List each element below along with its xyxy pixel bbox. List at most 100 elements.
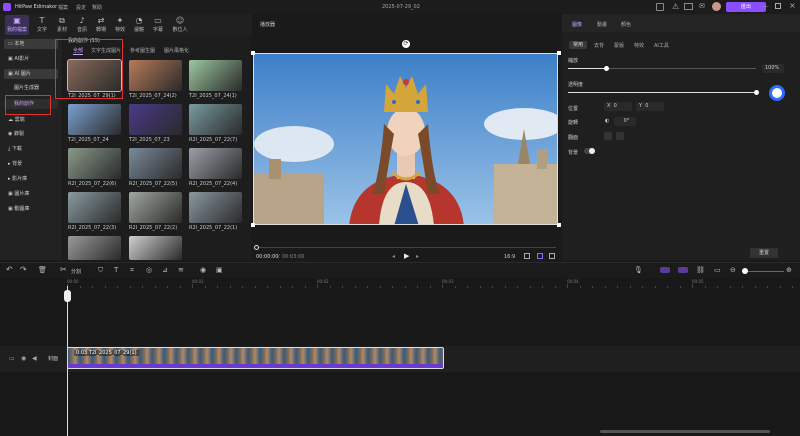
toolbar-my-files[interactable]: ▣ 我的檔案 xyxy=(5,15,29,35)
toolbar-effects[interactable]: ✦ 特效 xyxy=(110,15,130,35)
sidebar-item-image-generator[interactable]: 圖片生成器 xyxy=(4,83,58,93)
media-thumbnail[interactable] xyxy=(189,192,242,223)
media-thumbnail[interactable] xyxy=(189,148,242,179)
sidebar-item-download[interactable]: ⤓ 下載 xyxy=(4,144,58,154)
zoom-slider-knob[interactable] xyxy=(742,268,748,274)
chain-icon[interactable]: ⛓ xyxy=(696,266,705,274)
mirror-icon[interactable]: ⊿ xyxy=(162,266,168,274)
media-thumbnail[interactable] xyxy=(68,148,121,179)
tab-animation[interactable]: 動畫 xyxy=(597,21,607,28)
opacity-slider-track[interactable] xyxy=(568,92,756,93)
media-thumbnail[interactable] xyxy=(129,148,182,179)
fit-icon[interactable]: ▭ xyxy=(714,266,721,274)
subtab-remove-bg[interactable]: 去背 xyxy=(594,42,604,49)
position-y-field[interactable]: Y 0 xyxy=(636,102,664,111)
video-clip[interactable]: 0:03 T2I_2025_07_29(1) xyxy=(67,347,444,369)
gift-icon[interactable]: ✉ xyxy=(699,2,705,10)
lock-icon[interactable]: ▭ xyxy=(9,355,15,362)
toolbar-digital-human[interactable]: ☺ 數位人 xyxy=(168,15,192,35)
aspect-ratio-select[interactable]: 16:9 xyxy=(504,254,515,260)
media-thumbnail[interactable] xyxy=(129,60,182,91)
playhead-line[interactable] xyxy=(67,286,68,436)
tab-text-to-image[interactable]: 文字生成圖片 xyxy=(91,47,121,54)
sidebar-item-ai-video[interactable]: ▣ AI影片 xyxy=(4,54,58,64)
subtab-mask[interactable]: 蒙版 xyxy=(614,42,624,49)
media-thumbnail[interactable] xyxy=(129,104,182,135)
mail-icon[interactable] xyxy=(684,3,693,10)
prev-frame-icon[interactable]: ◂ xyxy=(392,253,395,260)
opacity-slider-knob[interactable] xyxy=(754,90,759,95)
playback-progress-track[interactable] xyxy=(256,247,556,248)
background-toggle[interactable] xyxy=(584,148,595,154)
canvas-handle-top-right[interactable] xyxy=(557,51,561,55)
sidebar-item-image-library[interactable]: ▣ 圖片庫 xyxy=(4,189,58,199)
media-thumbnail[interactable] xyxy=(67,59,122,92)
export-button[interactable]: 匯出 xyxy=(726,2,766,12)
toolbar-filters[interactable]: ◔ 濾鏡 xyxy=(129,15,149,35)
minimize-icon[interactable]: — xyxy=(762,3,768,10)
toolbar-subtitles[interactable]: ▭ 字幕 xyxy=(148,15,168,35)
toolbar-text[interactable]: T 文字 xyxy=(32,15,52,35)
magnet-icon[interactable] xyxy=(660,267,670,273)
rotate-handle-icon[interactable]: ⟳ xyxy=(402,40,410,48)
reset-button[interactable]: 重置 xyxy=(750,248,778,258)
subtab-common[interactable]: 常用 xyxy=(569,41,587,49)
crop-icon[interactable]: ⌗ xyxy=(130,266,134,275)
microphone-icon[interactable]: 🎙 xyxy=(634,266,643,274)
opacity-ring-icon[interactable] xyxy=(769,85,785,101)
subtab-effects[interactable]: 特效 xyxy=(634,42,644,49)
visibility-icon[interactable]: ◉ xyxy=(21,355,26,362)
flip-horizontal-icon[interactable] xyxy=(604,132,612,140)
canvas-handle-top-left[interactable] xyxy=(251,51,255,55)
media-thumbnail[interactable] xyxy=(68,104,121,135)
sidebar-item-local[interactable]: ▭ 本地 xyxy=(4,39,58,49)
close-icon[interactable]: × xyxy=(789,1,796,10)
speed-icon[interactable]: ◎ xyxy=(146,266,152,274)
warning-icon[interactable]: ⚠ xyxy=(672,2,679,11)
zoom-in-icon[interactable]: ⊕ xyxy=(786,266,792,274)
audio-wave-icon[interactable]: ≋ xyxy=(178,266,184,274)
mute-icon[interactable]: ◀ xyxy=(32,355,37,362)
menu-settings[interactable]: 設定 xyxy=(76,4,86,11)
sidebar-item-record[interactable]: ◉ 錄製 xyxy=(4,129,58,139)
media-thumbnail[interactable] xyxy=(129,192,182,223)
undo-icon[interactable]: ↶ xyxy=(6,265,13,274)
playhead-knob[interactable] xyxy=(254,245,259,250)
export-frame-icon[interactable]: ▣ xyxy=(216,266,223,274)
subtab-ai-tools[interactable]: AI工具 xyxy=(654,42,669,49)
maximize-icon[interactable] xyxy=(775,3,781,9)
tab-all[interactable]: 全部 xyxy=(73,47,84,55)
split-icon[interactable]: ✂ xyxy=(60,265,67,274)
media-thumbnail[interactable] xyxy=(189,60,242,91)
scale-value-field[interactable]: 100% xyxy=(762,64,784,73)
scale-slider-knob[interactable] xyxy=(604,66,609,71)
tab-color[interactable]: 顏色 xyxy=(621,21,631,28)
media-thumbnail[interactable] xyxy=(189,104,242,135)
menu-help[interactable]: 幫助 xyxy=(92,4,102,11)
fullscreen-icon[interactable] xyxy=(549,253,555,259)
sidebar-item-background[interactable]: ▸ 背景 xyxy=(4,159,58,169)
playhead-marker[interactable] xyxy=(64,290,71,302)
redo-icon[interactable]: ↷ xyxy=(20,265,27,274)
canvas-handle-bottom-right[interactable] xyxy=(557,223,561,227)
sidebar-item-video-library[interactable]: ▸ 影片庫 xyxy=(4,174,58,184)
cover-button[interactable]: 封面 xyxy=(48,355,58,362)
media-thumbnail[interactable] xyxy=(129,236,182,260)
link-icon[interactable] xyxy=(678,267,688,273)
sidebar-item-my-creations[interactable]: 我的創作 xyxy=(4,99,58,109)
next-frame-icon[interactable]: ▸ xyxy=(416,253,419,260)
freeze-icon[interactable]: ⛉ xyxy=(98,266,103,275)
text-tool-icon[interactable]: T xyxy=(114,266,118,274)
toolbar-transitions[interactable]: ⇄ 轉場 xyxy=(91,15,111,35)
tab-image-to-image[interactable]: 參考圖生圖 xyxy=(130,47,155,54)
zoom-slider-track[interactable] xyxy=(742,271,784,272)
avatar[interactable] xyxy=(712,2,721,11)
tab-image-stylize[interactable]: 圖片風格化 xyxy=(164,47,189,54)
voice-icon[interactable]: ◉ xyxy=(200,266,206,274)
flip-vertical-icon[interactable] xyxy=(616,132,624,140)
split-label[interactable]: 分割 xyxy=(71,268,81,275)
play-icon[interactable]: ▶ xyxy=(404,252,409,260)
sidebar-item-cloud[interactable]: ☁ 雲端 xyxy=(4,115,58,125)
preview-canvas[interactable] xyxy=(253,53,558,225)
notification-icon[interactable] xyxy=(656,3,664,11)
